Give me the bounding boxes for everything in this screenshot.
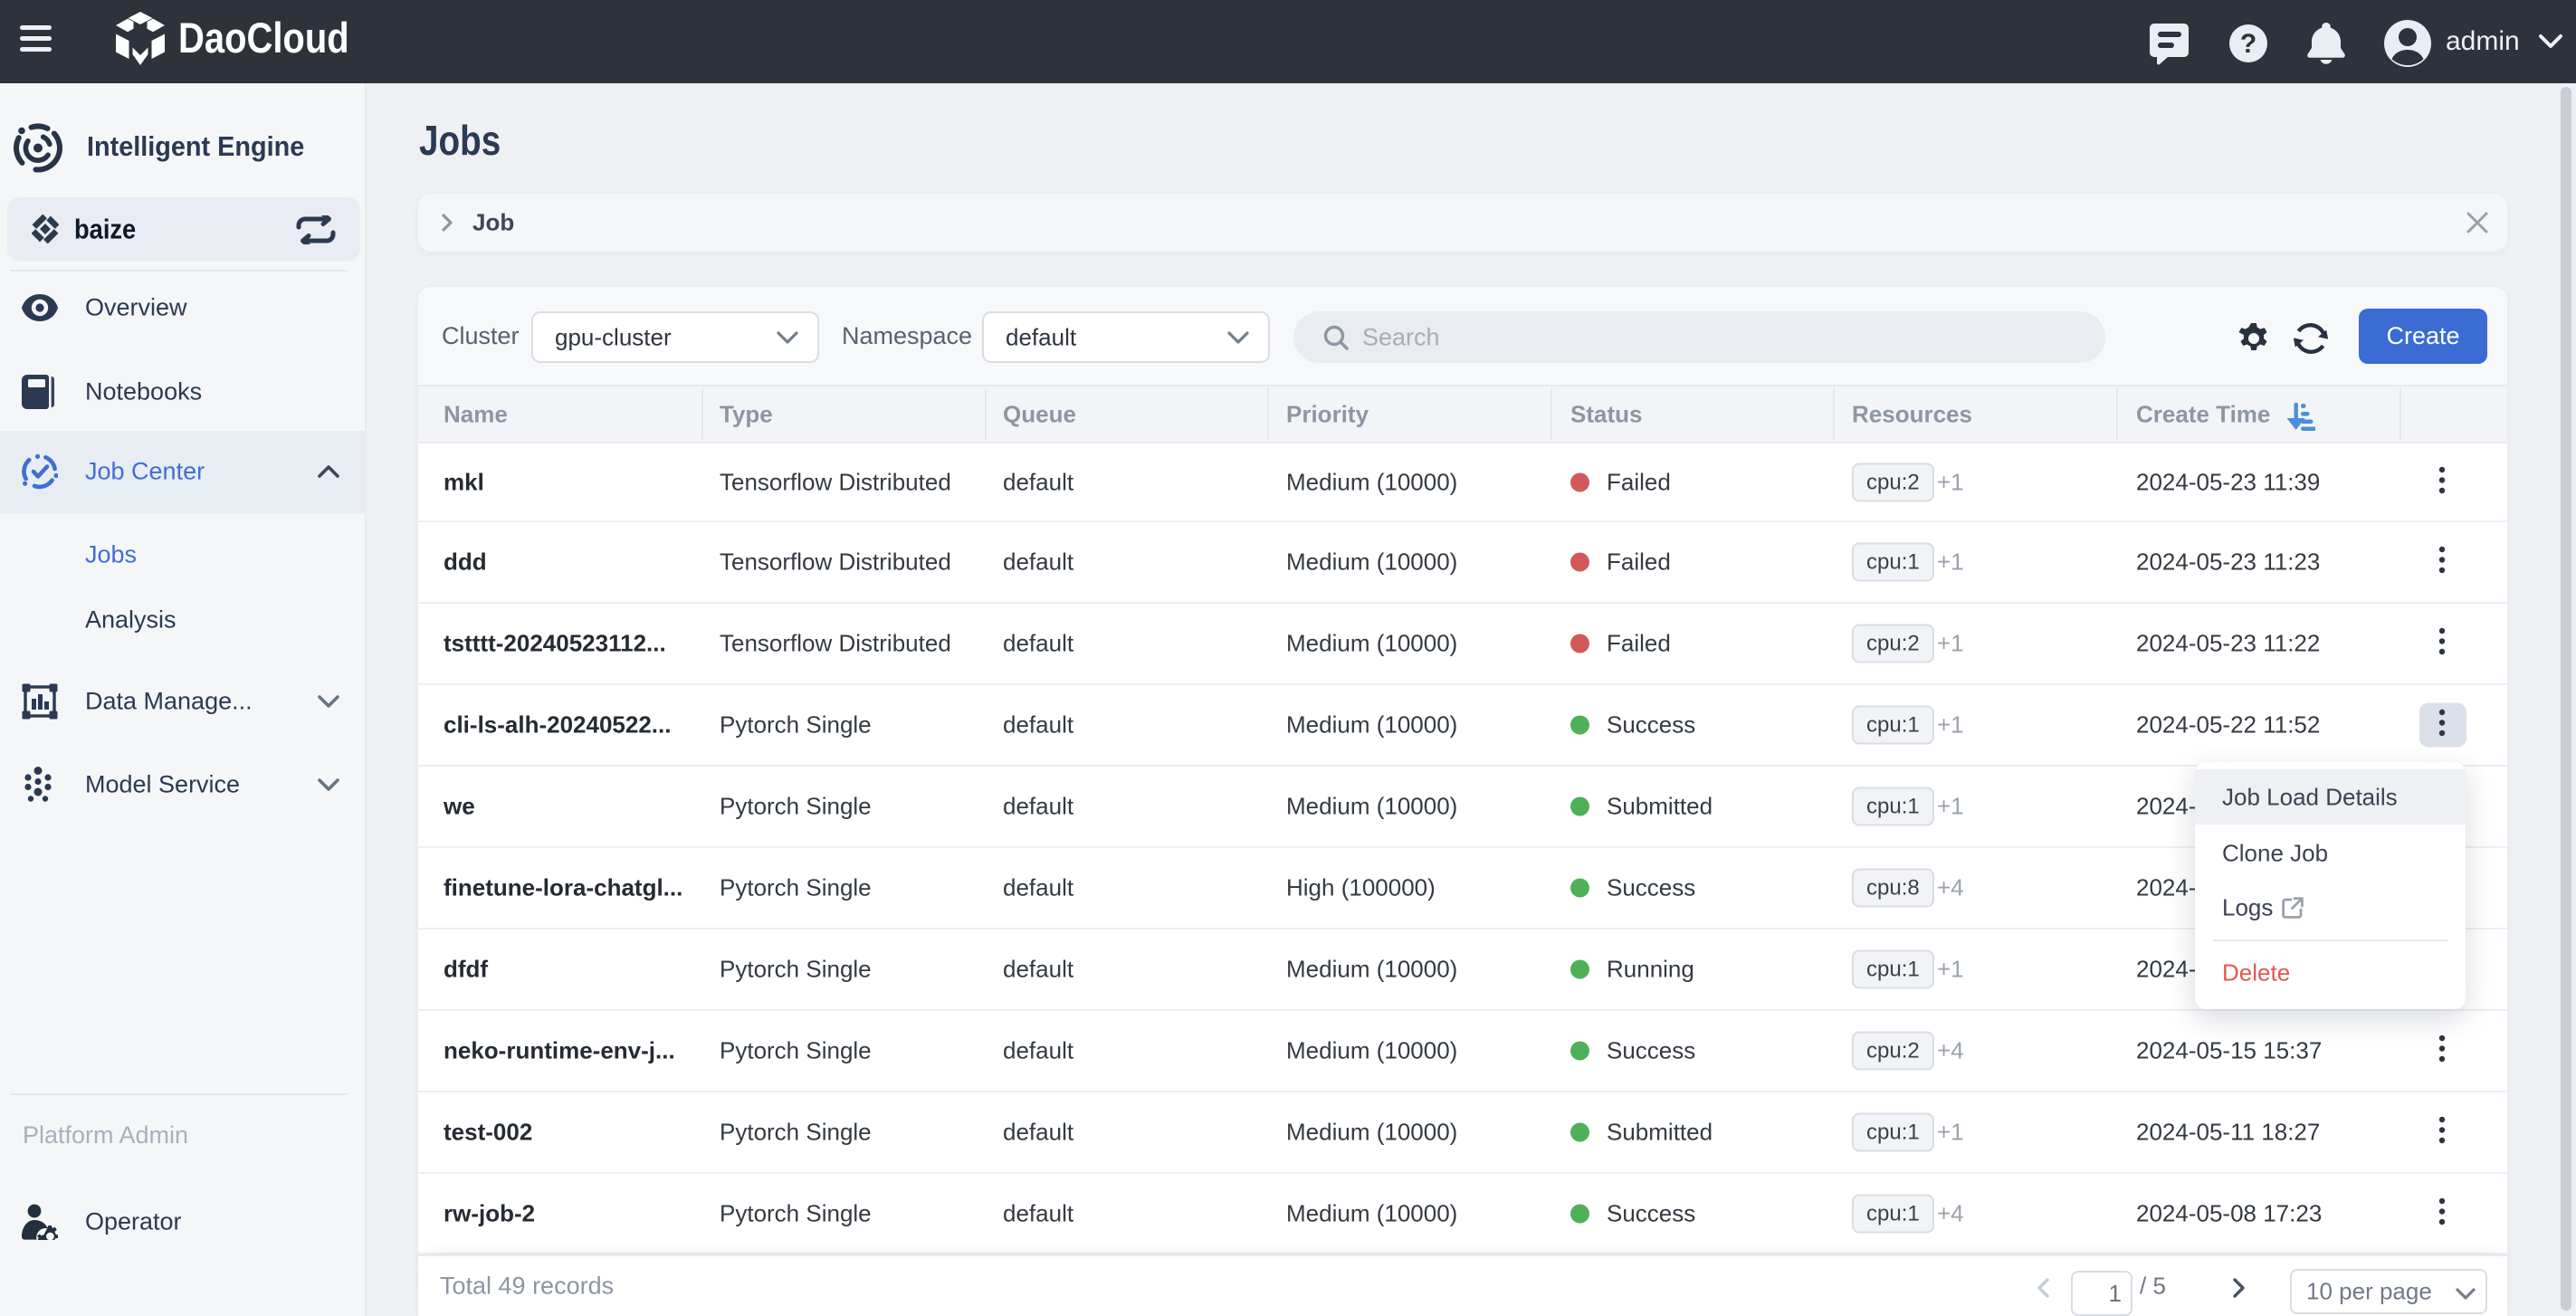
svg-text:?: ? — [2240, 29, 2256, 59]
